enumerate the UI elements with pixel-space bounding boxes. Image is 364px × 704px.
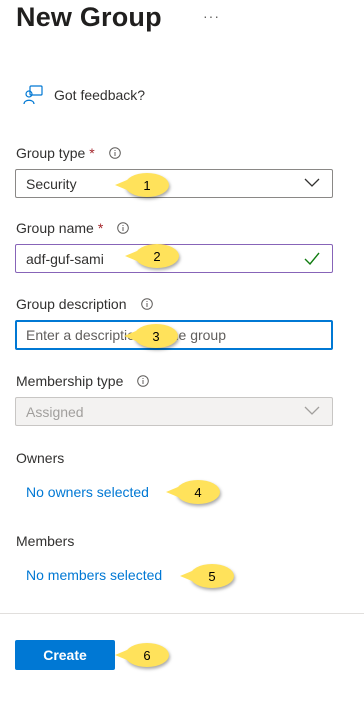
group-type-value: Security <box>26 175 77 192</box>
membership-type-select: Assigned <box>15 397 333 426</box>
footer-divider <box>0 613 364 614</box>
feedback-link[interactable]: Got feedback? <box>22 84 145 106</box>
callout-badge: 1 <box>115 173 169 197</box>
membership-type-label-text: Membership type <box>16 373 124 389</box>
page-title: New Group <box>16 2 162 32</box>
create-button[interactable]: Create <box>15 640 115 670</box>
feedback-label: Got feedback? <box>54 87 146 103</box>
required-marker: * <box>89 145 95 161</box>
callout-badge: 4 <box>166 480 220 504</box>
members-link[interactable]: No members selected <box>26 567 162 583</box>
members-label: Members <box>16 533 75 549</box>
required-marker: * <box>97 220 104 236</box>
checkmark-icon <box>304 252 320 265</box>
group-name-label: Group name * <box>16 220 130 236</box>
group-type-label: Group type * <box>16 145 121 161</box>
group-description-label: Group description <box>16 296 153 312</box>
info-icon[interactable] <box>140 298 153 310</box>
callout-badge: 6 <box>115 643 169 667</box>
callout-badge: 5 <box>180 564 234 588</box>
more-options-icon[interactable]: ··· <box>203 8 220 24</box>
membership-type-label: Membership type <box>16 373 150 389</box>
info-icon[interactable] <box>137 375 150 387</box>
owners-label: Owners <box>16 450 65 466</box>
info-icon[interactable] <box>108 147 121 159</box>
owners-link[interactable]: No owners selected <box>26 484 149 500</box>
group-name-value: adf-guf-sami <box>26 250 104 267</box>
callout-badge: 3 <box>124 324 178 348</box>
group-type-select[interactable]: Security <box>15 169 333 198</box>
chevron-down-icon <box>304 178 320 187</box>
info-icon[interactable] <box>117 222 130 234</box>
membership-type-value: Assigned <box>26 403 84 420</box>
callout-badge: 2 <box>125 244 179 268</box>
feedback-icon <box>23 85 43 105</box>
chevron-down-icon <box>304 406 320 415</box>
group-description-label-text: Group description <box>16 296 127 312</box>
group-type-label-text: Group type <box>16 145 86 161</box>
group-name-label-text: Group name <box>16 220 94 236</box>
